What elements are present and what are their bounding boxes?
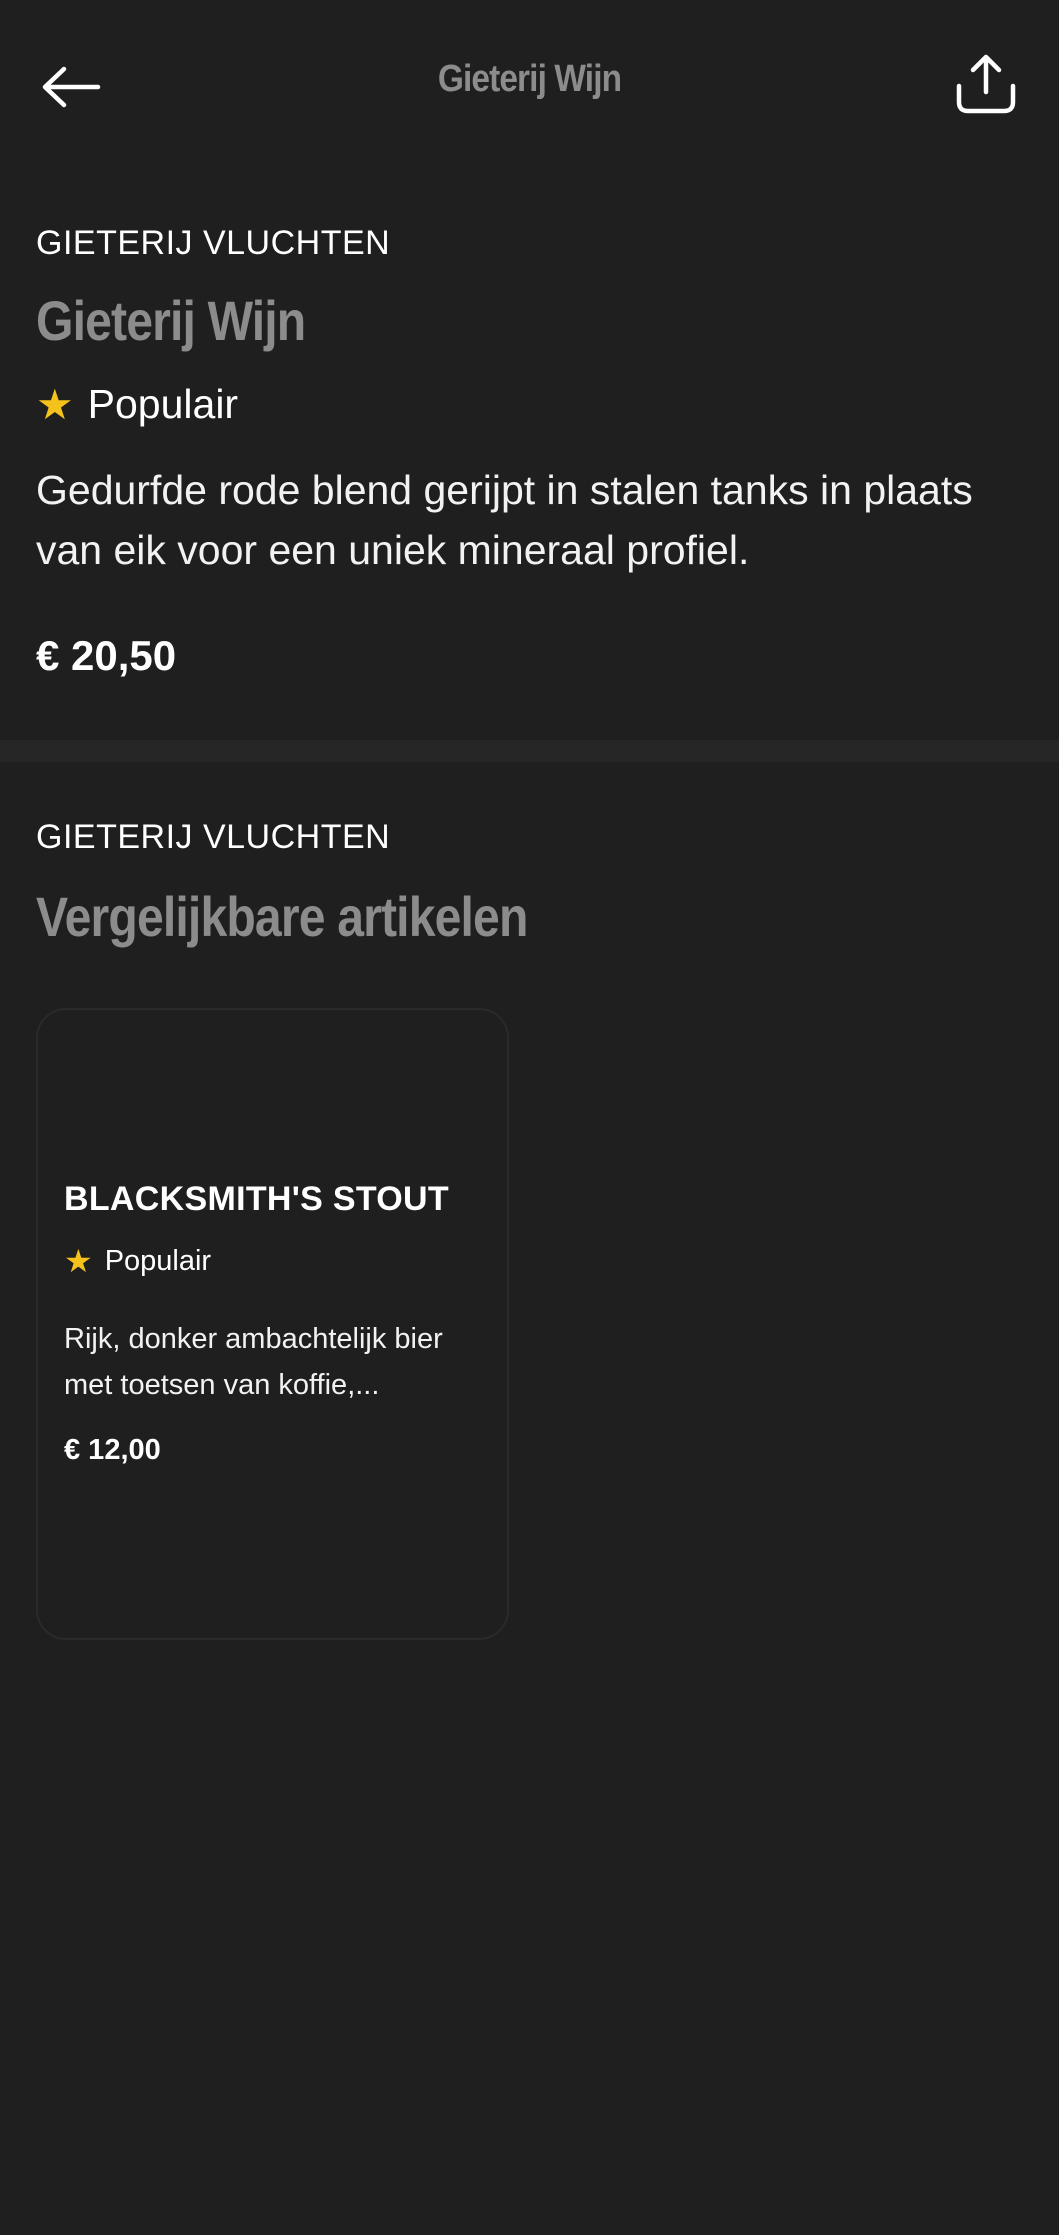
top-app-bar: Gieterij Wijn (0, 0, 1059, 170)
similar-section-title: Vergelijkbare artikelen (36, 885, 528, 948)
product-badge-label: Populair (87, 381, 239, 427)
similar-item-price: € 12,00 (64, 1434, 161, 1466)
share-icon (956, 54, 1016, 114)
star-icon: ★ (36, 381, 74, 428)
similar-item-description: Rijk, donker ambachtelijk bier met toets… (64, 1323, 443, 1401)
star-icon: ★ (64, 1243, 93, 1279)
header-title: Gieterij Wijn (437, 58, 622, 100)
similar-item-card[interactable]: BLACKSMITH'S STOUT ★ Populair Rijk, donk… (36, 1008, 509, 1640)
similar-category: GIETERIJ VLUCHTEN (36, 818, 391, 856)
similar-item-name: BLACKSMITH'S STOUT (64, 1180, 449, 1218)
product-badge: ★ Populair (36, 380, 238, 429)
product-description: Gedurfde rode blend gerijpt in stalen ta… (36, 467, 973, 573)
product-title: Gieterij Wijn (36, 289, 306, 352)
similar-item-badge-label: Populair (104, 1244, 212, 1277)
similar-item-badge: ★ Populair (64, 1242, 211, 1280)
share-button[interactable] (950, 48, 1022, 120)
section-divider (0, 740, 1059, 762)
product-price: € 20,50 (36, 632, 177, 679)
product-category: GIETERIJ VLUCHTEN (36, 224, 391, 262)
